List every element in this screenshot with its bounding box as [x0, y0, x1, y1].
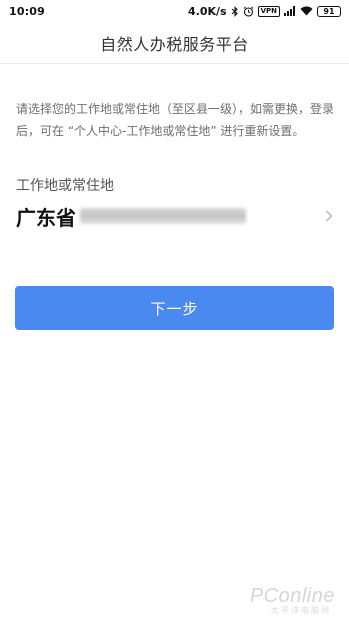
watermark-sub: 太平洋电脑网 — [271, 606, 331, 615]
page-header: 自然人办税服务平台 — [0, 22, 349, 64]
vpn-icon: VPN — [257, 5, 280, 17]
status-bar: 10:09 4.0K/s VPN 91 — [0, 0, 349, 22]
battery-icon: 91 — [317, 5, 341, 17]
location-label: 工作地或常住地 — [16, 178, 114, 194]
chevron-right-icon — [322, 209, 336, 223]
signal-icon — [284, 6, 296, 16]
alarm-icon — [243, 6, 254, 17]
network-speed: 4.0K/s — [188, 4, 227, 18]
wifi-icon — [300, 6, 313, 16]
notice-text: 请选择您的工作地或常住地（至区县一级），如需更换，登录后，可在 “个人中心-工作… — [16, 102, 335, 138]
status-time: 10:09 — [9, 4, 46, 18]
app-screen: 10:09 4.0K/s VPN 91 自然人办税服务平台 请选择您的工作地或常… — [0, 0, 349, 620]
bluetooth-icon — [231, 5, 239, 17]
location-province: 广东省 — [16, 205, 76, 230]
location-detail-blurred — [80, 208, 246, 224]
location-selector[interactable]: 广东省 — [16, 197, 334, 235]
status-indicators: 4.0K/s VPN 91 — [188, 5, 341, 18]
next-button[interactable]: 下一步 — [15, 286, 334, 330]
page-title: 自然人办税服务平台 — [100, 34, 249, 54]
